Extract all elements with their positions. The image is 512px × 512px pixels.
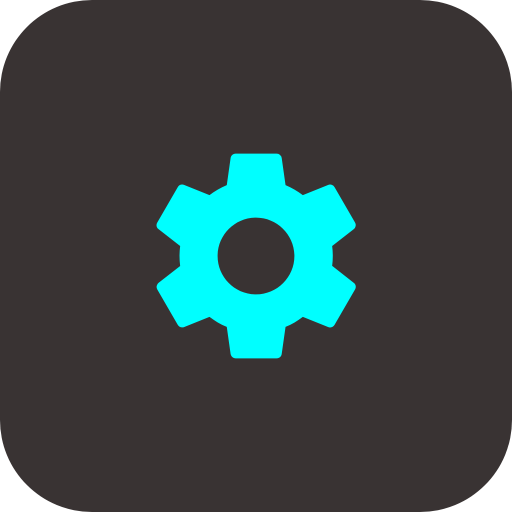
settings-app-icon[interactable]: [0, 0, 512, 512]
gear-icon: [128, 128, 384, 384]
